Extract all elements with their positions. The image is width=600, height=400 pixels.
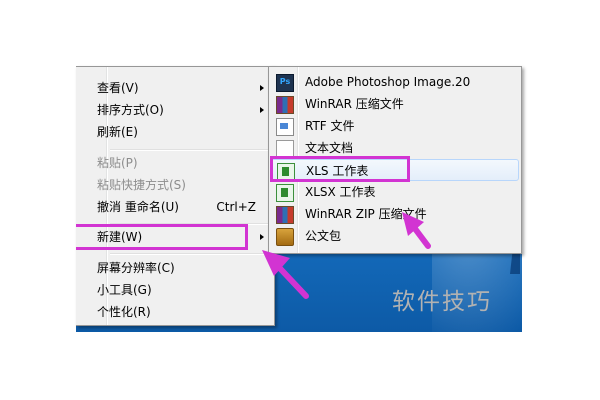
watermark-text: 软件技巧 (392, 289, 492, 315)
submenu-arrow-icon (260, 107, 264, 113)
menu-item-label: 刷新(E) (97, 125, 138, 139)
winrar-icon (276, 96, 294, 114)
menu-item-refresh[interactable]: 刷新(E) (78, 121, 272, 143)
xls-item-highlight-box (270, 156, 410, 182)
menu-item-paste-shortcut[interactable]: 粘贴快捷方式(S) (78, 174, 272, 196)
menu-item-paste[interactable]: 粘贴(P) (78, 152, 272, 174)
new-item-highlight-box (76, 224, 248, 250)
menu-separator (110, 149, 270, 151)
menu-item-undo-rename[interactable]: 撤消 重命名(U) Ctrl+Z (78, 196, 272, 218)
submenu-item-xlsx-sheet[interactable]: XLSX 工作表 (271, 181, 519, 203)
menu-item-label: 撤消 重命名(U) (97, 200, 179, 214)
menu-item-view[interactable]: 查看(V) (78, 77, 272, 99)
submenu-item-briefcase[interactable]: 公文包 (271, 225, 519, 247)
submenu-item-photoshop-image[interactable]: Ps Adobe Photoshop Image.20 (271, 71, 519, 93)
menu-item-shortcut: Ctrl+Z (216, 200, 256, 214)
menu-item-personalize[interactable]: 个性化(R) (78, 301, 272, 323)
menu-item-label: 查看(V) (97, 81, 139, 95)
submenu-arrow-icon (260, 85, 264, 91)
photoshop-icon: Ps (276, 74, 294, 92)
briefcase-icon (276, 228, 294, 246)
submenu-item-label: XLSX 工作表 (305, 185, 376, 199)
submenu-item-label: WinRAR ZIP 压缩文件 (305, 207, 427, 221)
menu-item-label: 屏幕分辨率(C) (97, 261, 175, 275)
menu-item-label: 粘贴快捷方式(S) (97, 178, 186, 192)
menu-separator (110, 253, 270, 255)
menu-item-screen-resolution[interactable]: 屏幕分辨率(C) (78, 257, 272, 279)
desktop-context-menu: 查看(V) 排序方式(O) 刷新(E) 粘贴(P) 粘贴快捷方式(S) 撤消 重… (76, 66, 275, 326)
excel-sheet-icon (276, 184, 294, 202)
submenu-item-label: Adobe Photoshop Image.20 (305, 75, 471, 89)
menu-item-label: 排序方式(O) (97, 103, 164, 117)
submenu-item-label: 公文包 (305, 229, 342, 243)
rtf-document-icon (276, 118, 294, 136)
submenu-item-rtf-file[interactable]: RTF 文件 (271, 115, 519, 137)
winrar-zip-icon (276, 206, 294, 224)
menu-item-sort-by[interactable]: 排序方式(O) (78, 99, 272, 121)
submenu-item-winrar-archive[interactable]: WinRAR 压缩文件 (271, 93, 519, 115)
menu-item-label: 粘贴(P) (97, 156, 138, 170)
menu-item-gadgets[interactable]: 小工具(G) (78, 279, 272, 301)
submenu-item-label: RTF 文件 (305, 119, 355, 133)
submenu-item-winrar-zip[interactable]: WinRAR ZIP 压缩文件 (271, 203, 519, 225)
menu-item-label: 小工具(G) (97, 283, 152, 297)
submenu-arrow-icon (260, 234, 264, 240)
submenu-item-label: WinRAR 压缩文件 (305, 97, 404, 111)
menu-item-label: 个性化(R) (97, 305, 151, 319)
